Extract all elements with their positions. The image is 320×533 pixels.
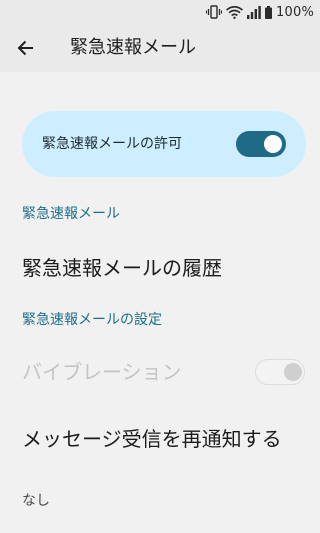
vibration-switch-toggle: [255, 359, 305, 385]
switch-thumb: [264, 135, 282, 153]
page-title: 緊急速報メール: [70, 37, 196, 58]
master-switch-card[interactable]: 緊急速報メールの許可: [22, 111, 306, 177]
battery-icon: [265, 5, 273, 19]
back-button[interactable]: [10, 32, 42, 64]
section-header-alerts: 緊急速報メール: [22, 206, 120, 222]
master-switch-toggle[interactable]: [236, 131, 286, 157]
signal-icon: [247, 5, 261, 19]
switch-thumb: [284, 363, 302, 381]
reminder-item-summary: なし: [22, 493, 50, 509]
alert-history-item[interactable]: 緊急速報メールの履歴: [22, 253, 222, 283]
master-switch-label: 緊急速報メールの許可: [42, 136, 182, 152]
status-icons: 100%: [206, 3, 314, 21]
vibrate-icon: [206, 5, 223, 19]
vibration-item-label: バイブレーション: [22, 360, 182, 384]
arrow-back-icon: [17, 40, 33, 56]
status-bar: 100%: [0, 0, 320, 24]
app-bar: 緊急速報メール: [0, 24, 320, 72]
section-header-settings: 緊急速報メールの設定: [22, 312, 162, 328]
battery-percent: 100%: [276, 4, 314, 20]
reminder-item-title[interactable]: メッセージ受信を再通知する: [22, 423, 292, 455]
wifi-icon: [226, 5, 244, 19]
